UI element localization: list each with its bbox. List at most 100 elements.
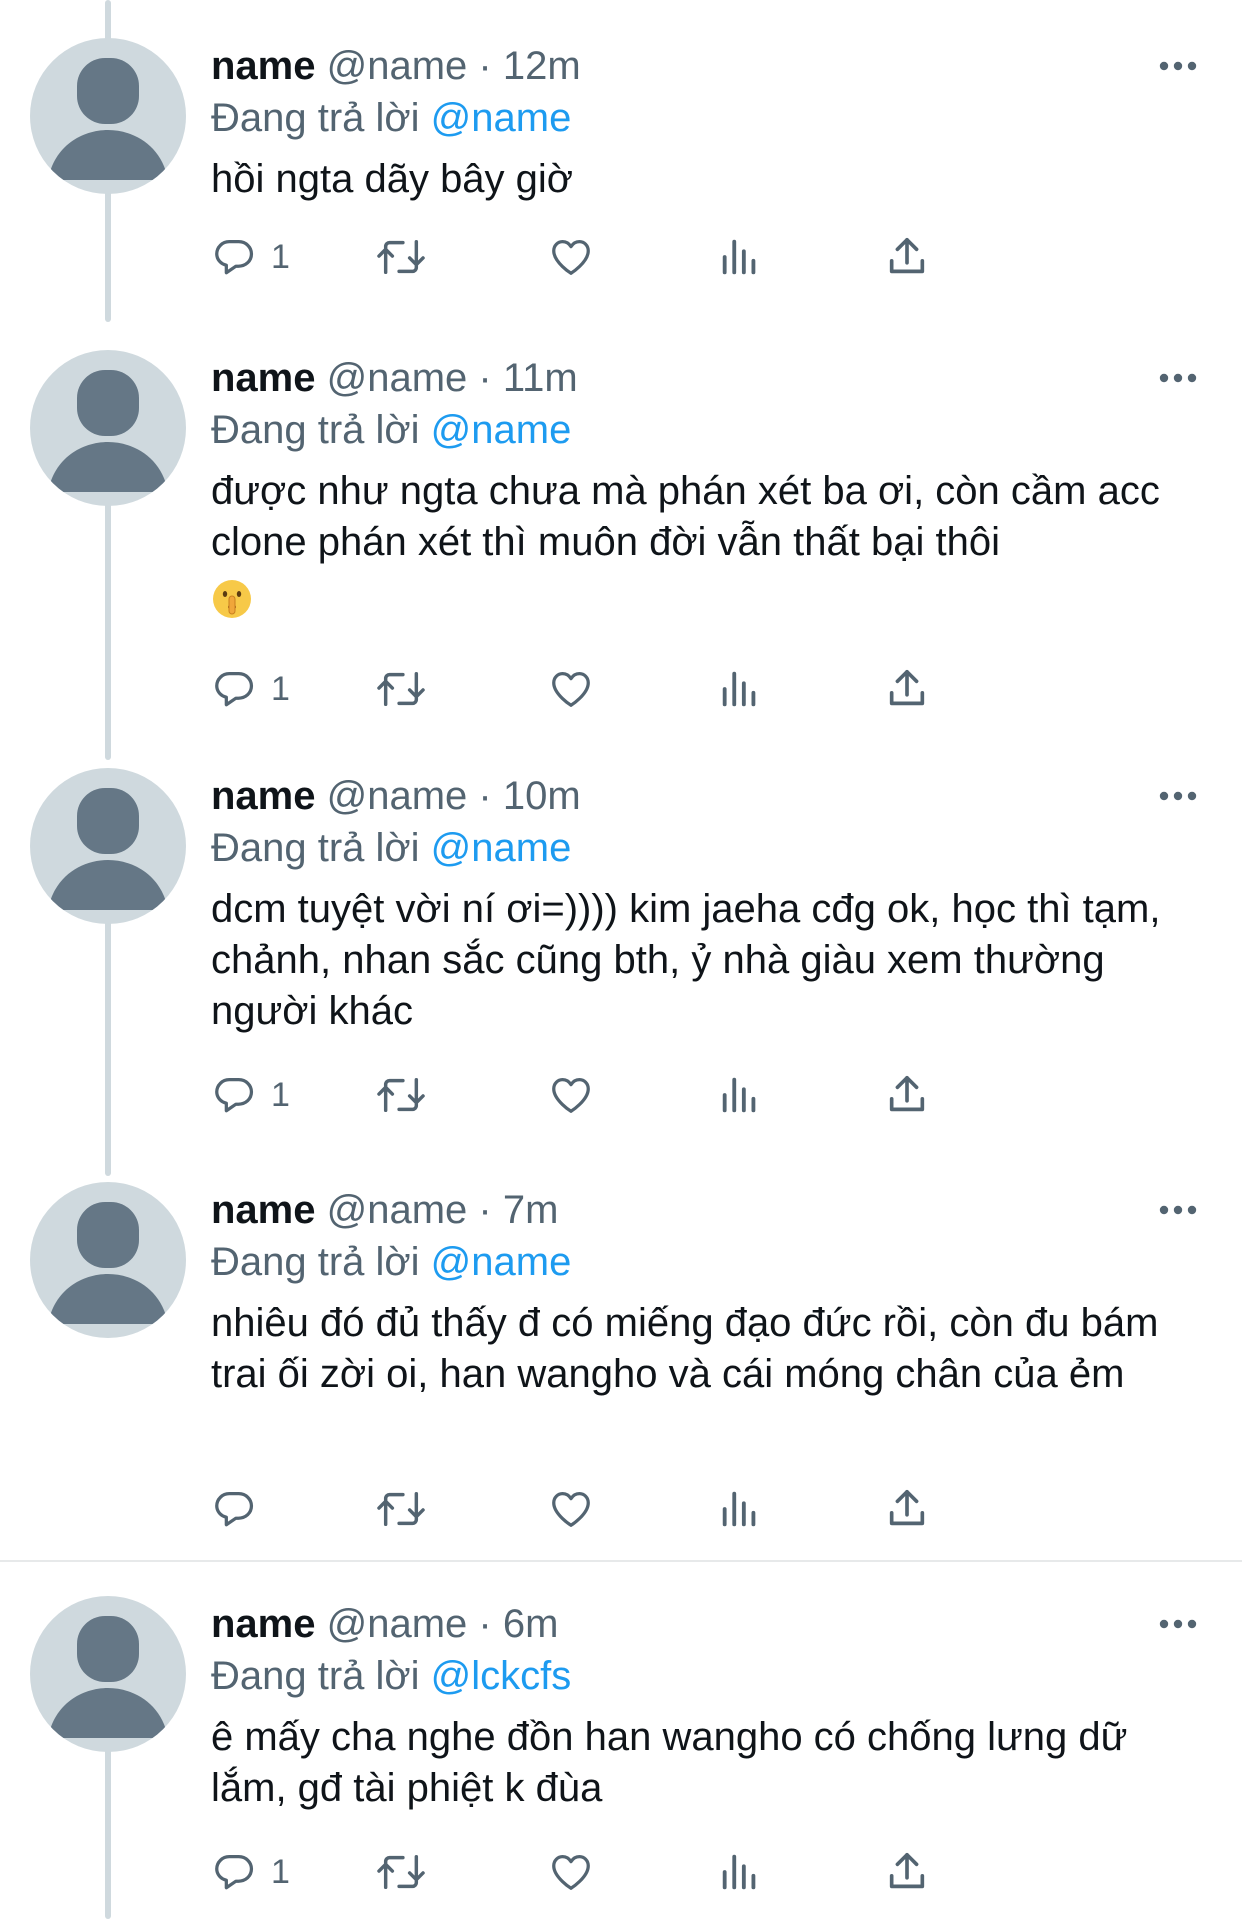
action-bar: 1 [211, 227, 1111, 287]
views-icon [722, 1854, 756, 1890]
share-icon [889, 1489, 925, 1526]
reply-icon [215, 1855, 254, 1890]
avatar[interactable] [30, 1182, 186, 1338]
like-button[interactable] [548, 659, 594, 719]
tweet-text: được như ngta chưa mà phán xét ba ơi, cò… [211, 466, 1201, 620]
retweet-button[interactable] [376, 227, 426, 287]
more-options-button[interactable] [1158, 358, 1198, 398]
heart-icon [552, 240, 590, 275]
user-handle[interactable]: @name [327, 1188, 468, 1232]
more-options-button[interactable] [1158, 1190, 1198, 1230]
avatar[interactable] [30, 350, 186, 506]
tweet-header: name @name · 11m [211, 352, 578, 404]
retweet-button[interactable] [376, 1479, 426, 1539]
views-button[interactable] [717, 1065, 763, 1125]
reply-count: 1 [271, 669, 290, 708]
share-button[interactable] [884, 1842, 930, 1902]
share-button[interactable] [884, 1065, 930, 1125]
user-handle[interactable]: @name [327, 356, 468, 400]
replying-mention[interactable]: @name [431, 1240, 572, 1284]
timestamp[interactable]: 11m [503, 356, 578, 400]
share-button[interactable] [884, 1479, 930, 1539]
avatar[interactable] [30, 1596, 186, 1752]
tweet[interactable]: name @name · 11m Đang trả lời @name được… [0, 338, 1242, 738]
replying-mention[interactable]: @name [431, 96, 572, 140]
like-button[interactable] [548, 227, 594, 287]
more-options-button[interactable] [1158, 776, 1198, 816]
retweet-icon [377, 239, 425, 275]
views-button[interactable] [717, 1842, 763, 1902]
display-name[interactable]: name [211, 1602, 316, 1646]
more-options-button[interactable] [1158, 46, 1198, 86]
reply-button[interactable]: 1 [211, 1842, 290, 1902]
timestamp[interactable]: 7m [503, 1188, 559, 1232]
user-handle[interactable]: @name [327, 1602, 468, 1646]
tweet-text-content: được như ngta chưa mà phán xét ba ơi, cò… [211, 469, 1160, 564]
views-button[interactable] [717, 659, 763, 719]
user-handle[interactable]: @name [327, 774, 468, 818]
reply-button[interactable]: 1 [211, 659, 290, 719]
timestamp[interactable]: 12m [503, 44, 581, 88]
like-button[interactable] [548, 1479, 594, 1539]
action-bar [211, 1479, 1111, 1539]
heart-icon [552, 1078, 590, 1113]
timestamp[interactable]: 10m [503, 774, 581, 818]
tweet-text: hồi ngta dãy bây giờ [211, 154, 1201, 205]
separator: · [478, 44, 492, 88]
default-avatar-icon [48, 788, 168, 910]
views-button[interactable] [717, 227, 763, 287]
more-options-icon [1159, 1619, 1197, 1629]
reply-icon [215, 1078, 254, 1113]
retweet-button[interactable] [376, 1065, 426, 1125]
like-button[interactable] [548, 1065, 594, 1125]
display-name[interactable]: name [211, 774, 316, 818]
heart-icon [552, 1855, 590, 1890]
replying-label: Đang trả lời [211, 1654, 420, 1698]
share-button[interactable] [884, 659, 930, 719]
replying-mention[interactable]: @name [431, 826, 572, 870]
views-button[interactable] [717, 1479, 763, 1539]
tweet-text: dcm tuyệt vời ní ơi=)))) kim jaeha cđg o… [211, 884, 1201, 1037]
default-avatar-icon [48, 370, 168, 492]
replying-label: Đang trả lời [211, 96, 420, 140]
replying-to: Đang trả lời @lckcfs [211, 1650, 571, 1702]
display-name[interactable]: name [211, 356, 316, 400]
display-name[interactable]: name [211, 1188, 316, 1232]
reply-button[interactable]: 1 [211, 227, 290, 287]
tweet[interactable]: name @name · 12m Đang trả lời @name hồi … [0, 26, 1242, 306]
action-bar: 1 [211, 659, 1111, 719]
tweet-text: ê mấy cha nghe đồn han wangho có chống l… [211, 1712, 1201, 1814]
tweet-header: name @name · 12m [211, 40, 581, 92]
avatar[interactable] [30, 38, 186, 194]
user-handle[interactable]: @name [327, 44, 468, 88]
tweet[interactable]: name @name · 10m Đang trả lời @name dcm … [0, 756, 1242, 1136]
replying-mention[interactable]: @lckcfs [431, 1654, 572, 1698]
tweet-text-content: nhiêu đó đủ thấy đ có miếng đạo đức rồi,… [211, 1301, 1159, 1396]
reply-button[interactable] [211, 1479, 271, 1539]
more-options-button[interactable] [1158, 1604, 1198, 1644]
separator: · [478, 1188, 492, 1232]
avatar[interactable] [30, 768, 186, 924]
retweet-button[interactable] [376, 1842, 426, 1902]
timestamp[interactable]: 6m [503, 1602, 559, 1646]
tweet-text-content: dcm tuyệt vời ní ơi=)))) kim jaeha cđg o… [211, 887, 1161, 1033]
views-icon [722, 239, 756, 275]
tweet[interactable]: name @name · 7m Đang trả lời @name nhiêu… [0, 1170, 1242, 1550]
tweet-header: name @name · 7m [211, 1184, 558, 1236]
default-avatar-icon [48, 1202, 168, 1324]
share-button[interactable] [884, 227, 930, 287]
replying-mention[interactable]: @name [431, 408, 572, 452]
tweet[interactable]: name @name · 6m Đang trả lời @lckcfs ê m… [0, 1584, 1242, 1919]
views-icon [722, 1077, 756, 1113]
heart-icon [552, 1492, 590, 1527]
replying-to: Đang trả lời @name [211, 1236, 571, 1288]
reply-button[interactable]: 1 [211, 1065, 290, 1125]
replying-label: Đang trả lời [211, 1240, 420, 1284]
like-button[interactable] [548, 1842, 594, 1902]
more-options-icon [1159, 1205, 1197, 1215]
tweet-header: name @name · 10m [211, 770, 581, 822]
retweet-button[interactable] [376, 659, 426, 719]
tweet-text-content: hồi ngta dãy bây giờ [211, 157, 574, 201]
share-icon [889, 669, 925, 706]
display-name[interactable]: name [211, 44, 316, 88]
